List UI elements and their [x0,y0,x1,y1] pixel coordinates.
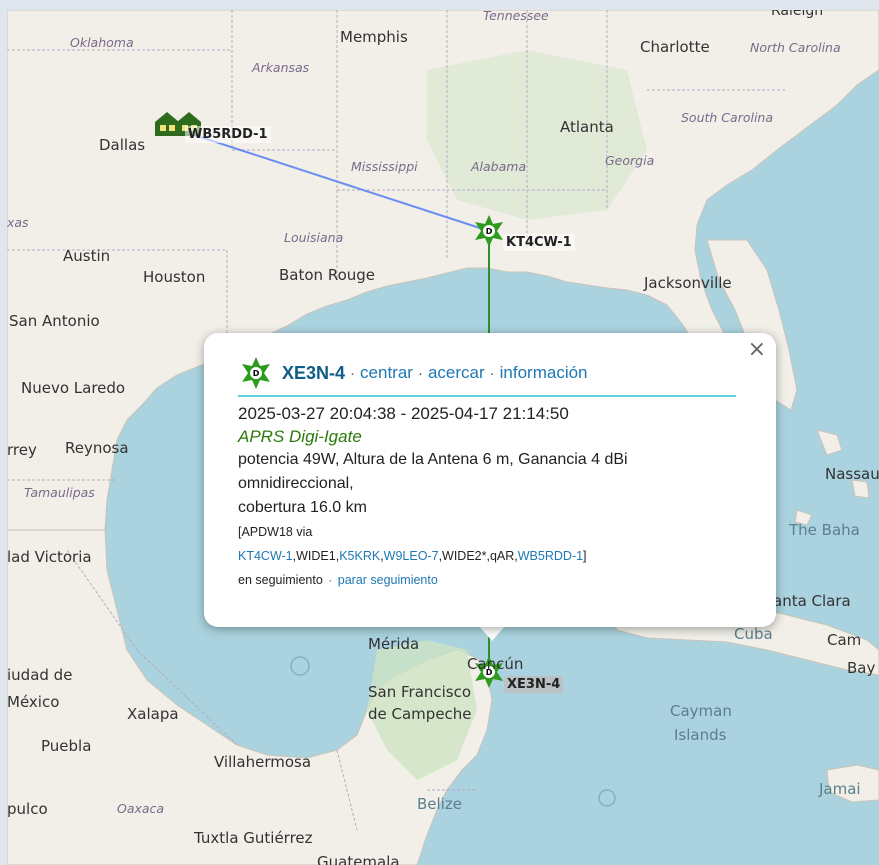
label-north-carolina: North Carolina [750,40,841,55]
path-text: ,WIDE1, [292,549,340,563]
label-bahamas: The Baha [789,521,860,539]
label-mississippi: Mississippi [351,159,418,174]
label-oaxaca: Oaxaca [117,801,165,816]
popup-header: D XE3N-4 · centrar · acercar · informaci… [240,357,588,389]
path-text: ,WIDE2*,qAR, [438,549,518,563]
label-nuevo-laredo: Nuevo Laredo [21,379,126,397]
label-monterrey: rrey [7,441,37,459]
popup-divider [238,395,736,397]
popup-body: 2025-03-27 20:04:38 - 2025-04-17 21:14:5… [238,402,748,592]
label-santa-clara: anta Clara [773,592,851,610]
label-austin: Austin [63,247,111,265]
label-dallas: Dallas [99,136,146,154]
label-campeche: de Campeche [368,705,472,723]
label-belize: Belize [417,795,462,813]
label-mexico: México [7,693,60,711]
label-nassau: Nassau [825,465,879,483]
svg-text:D: D [253,369,260,378]
label-baton-rouge: Baton Rouge [279,266,375,284]
label-georgia: Georgia [605,153,655,168]
label-san-antonio: San Antonio [9,312,100,330]
path-link-w9leo[interactable]: W9LEO-7 [384,549,439,563]
phg-info: potencia 49W, Altura de la Antena 6 m, G… [238,451,628,468]
label-acapulco: pulco [7,800,48,818]
label-bayamo: Bay [847,659,876,677]
label-charlotte: Charlotte [640,38,710,56]
close-icon[interactable]: × [748,339,766,361]
popup-tip [478,625,506,641]
path-link-k5krk[interactable]: K5KRK [339,549,380,563]
station-type: APRS Digi-Igate [238,427,362,446]
center-link[interactable]: centrar [360,363,413,383]
info-link[interactable]: información [500,363,588,383]
label-jamaica: Jamai [819,780,861,798]
label-tamaulipas: Tamaulipas [24,485,95,500]
station-popup: × D XE3N-4 · centrar · acercar · informa… [204,333,776,627]
path-prefix: [APDW18 via [238,525,313,539]
label-atlanta: Atlanta [560,118,614,136]
popup-callsign[interactable]: XE3N-4 [282,363,345,384]
label-houston: Houston [143,268,206,286]
tracking-line: en seguimiento · parar seguimiento [238,568,748,592]
label-villahermosa: Villahermosa [214,753,312,771]
label-tennessee: Tennessee [483,10,549,23]
label-memphis: Memphis [340,28,408,46]
us-forest [427,50,647,220]
separator: · [489,364,495,382]
path-line: KT4CW-1,WIDE1,K5KRK,W9LEO-7,WIDE2*,qAR,W… [238,544,748,568]
digipeater-star-icon: D [242,357,270,389]
label-raleigh: Raleigh [771,10,824,19]
label-reynosa: Reynosa [65,439,129,457]
tracking-status: en seguimiento [238,573,323,587]
label-louisiana: Louisiana [284,230,344,245]
label-camaguey: Cam [827,631,862,649]
label-tuxtla: Tuxtla Gutiérrez [194,829,313,847]
label-south-carolina: South Carolina [681,110,774,125]
label-ciudad-mexico: iudad de [7,666,73,684]
antenna-pattern: omnidireccional, [238,475,354,492]
path-link-wb5rdd[interactable]: WB5RDD-1 [518,549,583,563]
label-alabama: Alabama [471,159,527,174]
time-range: 2025-03-27 20:04:38 - 2025-04-17 21:14:5… [238,404,569,423]
label-islands: Islands [674,726,727,744]
label-cancun: Cancún [467,655,524,673]
label-xalapa: Xalapa [127,705,179,723]
station-label-kt4cw[interactable]: KT4CW-1 [503,234,575,251]
map-frame: D D Tennessee Raleigh Oklahoma Memphis C… [0,0,879,865]
label-oklahoma: Oklahoma [70,35,134,50]
label-victoria: lad Victoria [7,548,92,566]
separator: · [328,573,333,587]
label-san-francisco: San Francisco [368,683,472,701]
svg-text:D: D [486,227,493,236]
path-link-kt4cw[interactable]: KT4CW-1 [238,549,293,563]
label-merida: Mérida [368,635,420,653]
label-cayman: Cayman [670,702,732,720]
coverage-info: cobertura 16.0 km [238,499,367,516]
label-puebla: Puebla [41,737,92,755]
stop-tracking-link[interactable]: parar seguimiento [338,573,438,587]
station-label-wb5rdd[interactable]: WB5RDD-1 [185,126,271,143]
path-text: ] [583,549,587,563]
zoom-link[interactable]: acercar [428,363,485,383]
separator: · [350,364,356,382]
station-label-xe3n[interactable]: XE3N-4 [504,676,564,693]
label-arkansas: Arkansas [252,60,310,75]
label-cuba: Cuba [734,625,773,643]
label-texas: xas [7,215,29,230]
separator: · [417,364,423,382]
label-guatemala: Guatemala [317,853,400,865]
label-jacksonville: Jacksonville [644,274,732,292]
